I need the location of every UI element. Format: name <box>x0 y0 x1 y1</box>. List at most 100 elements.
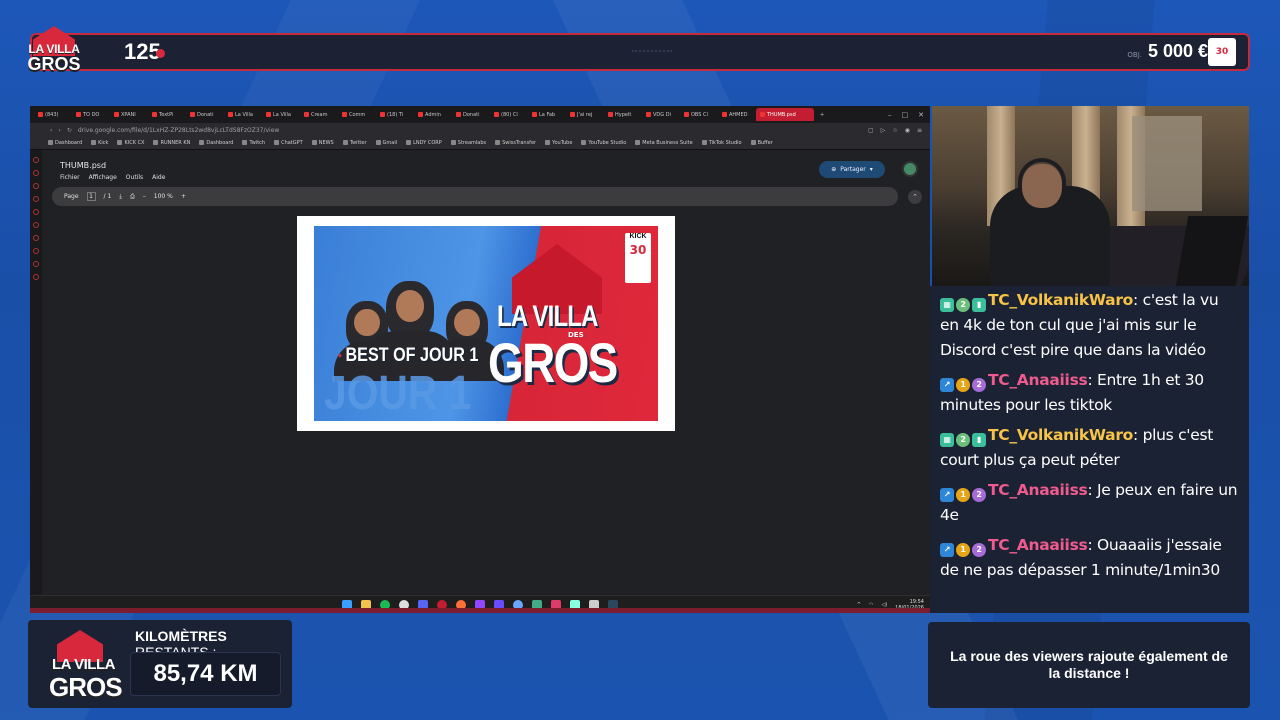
menu-fichier[interactable]: Fichier <box>60 174 80 181</box>
bookmark[interactable]: YouTube <box>545 140 572 146</box>
browser-tab[interactable]: TextPi <box>148 108 184 121</box>
zoom-in-icon[interactable]: + <box>181 193 186 200</box>
extension-icon[interactable]: ▢ <box>868 127 874 134</box>
bookmark[interactable]: Buffer <box>751 140 773 146</box>
browser-tab[interactable]: Cream <box>300 108 336 121</box>
bookmark[interactable]: Dashboard <box>48 140 82 146</box>
bookmark[interactable]: Dashboard <box>199 140 233 146</box>
badge-icon: ↗ <box>940 488 954 502</box>
sidebar-icon[interactable] <box>33 261 39 267</box>
print-icon[interactable]: ⎙ <box>130 193 135 201</box>
sidebar-icon[interactable] <box>33 235 39 241</box>
sidebar-icon[interactable] <box>33 248 39 254</box>
sidebar-icon[interactable] <box>33 209 39 215</box>
back-icon[interactable]: ‹ <box>50 127 52 134</box>
menu-affichage[interactable]: Affichage <box>89 174 117 181</box>
doc-icon <box>456 112 461 117</box>
doc-icon <box>152 112 157 117</box>
screen-capture: (843) TO DO XPANI TextPi Donati La Villa… <box>30 106 930 613</box>
sidebar-icon[interactable] <box>33 170 39 176</box>
browser-tab[interactable]: TO DO <box>72 108 108 121</box>
browser-tab[interactable]: Donati <box>452 108 488 121</box>
bookmark[interactable]: Kick <box>91 140 108 146</box>
browser-tab[interactable]: XPANI <box>110 108 146 121</box>
bookmark[interactable]: SwissTransfer <box>495 140 536 146</box>
bookmark[interactable]: Gmail <box>376 140 398 146</box>
bookmark[interactable]: Streamlabs <box>451 140 486 146</box>
browser-tab[interactable]: OBS Cl <box>680 108 716 121</box>
account-avatar[interactable] <box>902 161 918 177</box>
thumb-best-of: BEST OF JOUR 1 <box>338 345 479 367</box>
address-bar: ‹ › ↻ drive.google.com/file/d/1LxHZ-ZP28… <box>30 123 930 137</box>
bookmark[interactable]: KICK CX <box>117 140 144 146</box>
thumb-jour: JOUR 1 <box>324 367 472 420</box>
bookmark[interactable]: Twitch <box>242 140 265 146</box>
close-icon[interactable]: ✕ <box>918 111 924 119</box>
chat-username[interactable]: TC_VolkanikWaro <box>988 426 1133 444</box>
browser-tab[interactable]: AHMED <box>718 108 754 121</box>
forward-icon[interactable]: › <box>58 127 60 134</box>
zoom-out-icon[interactable]: – <box>143 193 146 200</box>
new-tab-button[interactable]: + <box>816 108 828 121</box>
sidebar-icon[interactable] <box>33 196 39 202</box>
kick-icon <box>722 112 727 117</box>
browser-tab[interactable]: La Villa <box>224 108 260 121</box>
collapse-button[interactable]: ⌃ <box>908 190 922 204</box>
youtube-icon <box>380 112 385 117</box>
bookmark[interactable]: ChatGPT <box>274 140 303 146</box>
chat-username[interactable]: TC_Anaaiiss <box>988 371 1088 389</box>
youtube-icon <box>38 112 43 117</box>
sidebar-icon[interactable] <box>33 222 39 228</box>
x-icon <box>114 112 119 117</box>
browser-tab[interactable]: (843) <box>34 108 70 121</box>
sidebar-icon[interactable] <box>33 274 39 280</box>
zoom-level[interactable]: 100 % <box>154 193 173 200</box>
chat-username[interactable]: TC_Anaaiiss <box>988 481 1088 499</box>
bookmark[interactable]: Meta Business Suite <box>635 140 692 146</box>
menu-aide[interactable]: Aide <box>152 174 165 181</box>
user-badges: ▦ 2 ▮ <box>940 433 986 447</box>
window <box>1132 116 1202 211</box>
minimize-icon[interactable]: – <box>888 111 892 119</box>
browser-tab[interactable]: J'ai rej <box>566 108 602 121</box>
page-input[interactable]: 1 <box>86 192 96 201</box>
chat-username[interactable]: TC_Anaaiiss <box>988 536 1088 554</box>
browser-tab[interactable]: Admin <box>414 108 450 121</box>
bookmark[interactable]: Twitter <box>343 140 367 146</box>
bookmark[interactable]: RUNNER KN <box>153 140 190 146</box>
doc-icon <box>342 112 347 117</box>
brand-line1: LA VILLA <box>52 656 115 673</box>
bookmark[interactable]: YouTube Studio <box>581 140 626 146</box>
maximize-icon[interactable]: □ <box>902 111 909 119</box>
play-icon[interactable]: ▷ <box>881 127 886 134</box>
brand-line2: GROS <box>49 672 123 702</box>
url-field[interactable]: drive.google.com/file/d/1LxHZ-ZP28Lts2wd… <box>78 127 279 134</box>
download-icon[interactable]: ⤓ <box>119 193 122 201</box>
bookmark[interactable]: LNDY CORP <box>406 140 442 146</box>
browser-tab[interactable]: La Villa <box>262 108 298 121</box>
menu-outils[interactable]: Outils <box>126 174 143 181</box>
profile-icon[interactable]: ◉ <box>905 127 910 134</box>
share-button[interactable]: ⊕ Partager ▾ <box>819 161 885 178</box>
browser-tab[interactable]: Comm <box>338 108 374 121</box>
browser-tab[interactable]: Donati <box>186 108 222 121</box>
badge-icon: 2 <box>972 378 986 392</box>
browser-tab[interactable]: (18) Ti <box>376 108 412 121</box>
sidebar-icon[interactable] <box>33 183 39 189</box>
sidebar-icon[interactable] <box>33 157 39 163</box>
browser-tab[interactable]: La Fab <box>528 108 564 121</box>
browser-tab[interactable]: (80) Cl <box>490 108 526 121</box>
bookmark[interactable]: NEWS <box>312 140 334 146</box>
browser-tab[interactable]: Hypelt <box>604 108 640 121</box>
browser-tab-active[interactable]: THUMB.psd <box>756 108 814 121</box>
star-icon[interactable]: ☆ <box>892 127 897 134</box>
bookmark[interactable]: TikTok Studio <box>702 140 742 146</box>
wheel-info-text: La roue des viewers rajoute également de… <box>950 648 1228 681</box>
menu-icon[interactable]: ≡ <box>917 127 922 134</box>
coin-icon <box>156 49 165 58</box>
reload-icon[interactable]: ↻ <box>67 127 72 134</box>
screen-divider <box>30 608 930 613</box>
badge-icon: 1 <box>956 543 970 557</box>
browser-tab[interactable]: VDG Di <box>642 108 678 121</box>
chat-username[interactable]: TC_VolkanikWaro <box>988 291 1133 309</box>
